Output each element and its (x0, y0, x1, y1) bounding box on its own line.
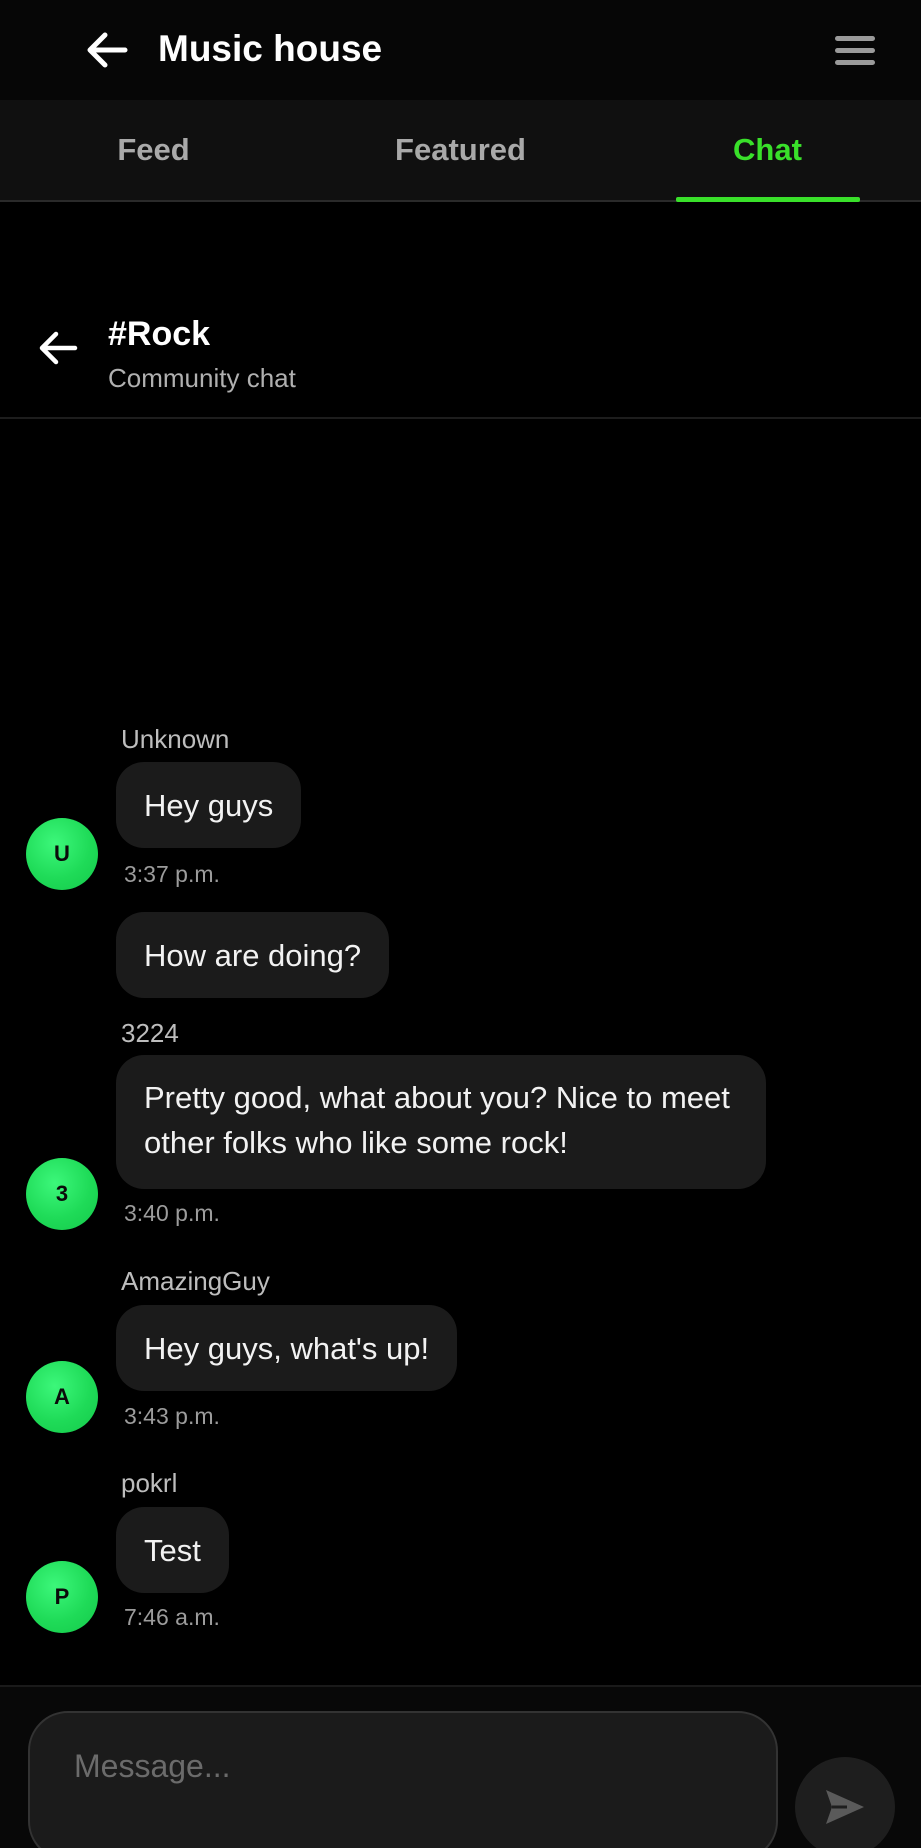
arrow-left-icon (39, 331, 78, 365)
message-time: 3:37 p.m. (124, 861, 220, 887)
message-time: 3:43 p.m. (124, 1403, 220, 1429)
send-button[interactable] (795, 1757, 895, 1848)
message-author: Unknown (121, 724, 230, 754)
page-title: Music house (158, 28, 383, 69)
channel-name: #Rock (108, 315, 211, 353)
avatar[interactable]: 3 (26, 1158, 98, 1230)
hamburger-menu-icon (835, 35, 875, 41)
channel-subtitle: Community chat (108, 363, 296, 393)
send-icon (826, 1790, 864, 1824)
arrow-left-icon (87, 32, 128, 68)
channel-header: #Rock Community chat (0, 295, 921, 419)
top-app-bar: Music house (0, 0, 921, 100)
tab-bar: Feed Featured Chat (0, 100, 921, 202)
back-button[interactable] (82, 25, 132, 75)
message-bubble[interactable]: Hey guys (116, 762, 302, 848)
message-author: pokrl (121, 1468, 178, 1498)
message-author: 3224 (121, 1018, 179, 1048)
avatar[interactable]: P (26, 1561, 98, 1633)
channel-back-button[interactable] (35, 325, 81, 371)
avatar[interactable]: U (26, 818, 98, 890)
tab-chat[interactable]: Chat (614, 100, 921, 200)
message-time: 7:46 a.m. (124, 1604, 220, 1630)
message-bubble[interactable]: Test (116, 1507, 229, 1593)
tab-feed[interactable]: Feed (0, 100, 307, 200)
message-author: AmazingGuy (121, 1266, 270, 1296)
message-bubble[interactable]: Pretty good, what about you? Nice to mee… (116, 1055, 766, 1189)
message-composer (0, 1685, 921, 1848)
message-bubble[interactable]: Hey guys, what's up! (116, 1305, 458, 1391)
tab-featured[interactable]: Featured (307, 100, 614, 200)
avatar[interactable]: A (26, 1361, 98, 1433)
message-bubble[interactable]: How are doing? (116, 912, 390, 998)
message-list[interactable]: Unknown Hey guys U 3:37 p.m. How are doi… (0, 421, 921, 1685)
message-input[interactable] (28, 1711, 778, 1848)
message-time: 3:40 p.m. (124, 1200, 220, 1226)
menu-button[interactable] (835, 28, 881, 72)
app-screen: Music house Feed Featured Chat #Rock Com… (0, 0, 921, 1848)
